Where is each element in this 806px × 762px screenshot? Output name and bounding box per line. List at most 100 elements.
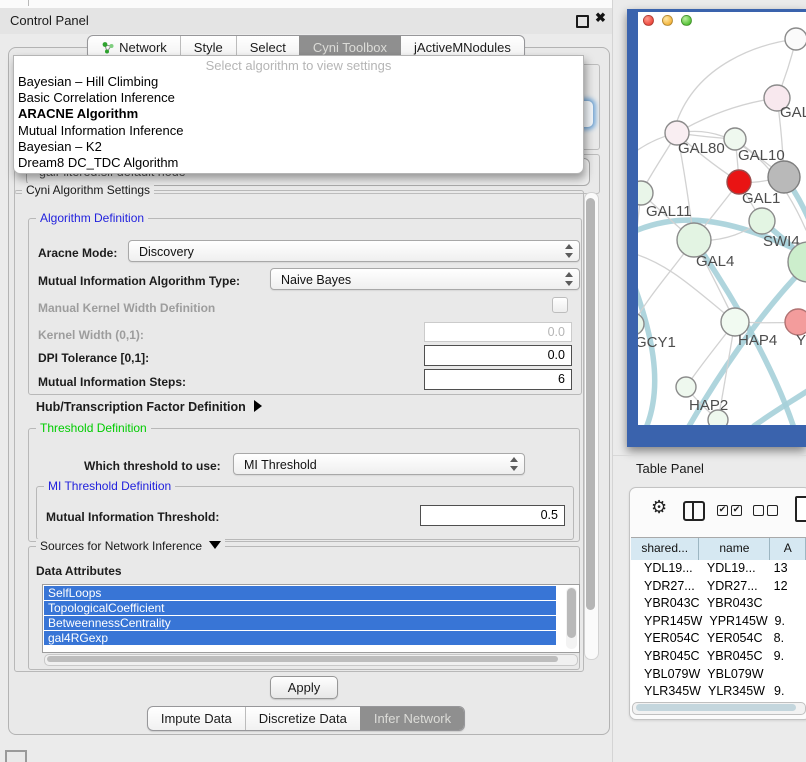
attribute-item-gal4rgexp[interactable]: gal4RGexp (44, 631, 556, 645)
table-cell: YDL19... (631, 560, 700, 578)
mi-algorithm-type-combobox[interactable]: Naive Bayes (270, 268, 580, 290)
deselect-all-checkboxes-icon[interactable] (753, 505, 779, 516)
table-cell: 12 (771, 578, 806, 596)
tab-label: Select (250, 40, 286, 55)
table-cell: YBR043C (631, 595, 700, 613)
scrollbar-thumb[interactable] (47, 656, 558, 662)
table-row[interactable]: YDR27...YDR27...12 (631, 578, 806, 596)
table-cell: YPR145W (702, 613, 771, 631)
control-panel-titlebar: Control Panel ✖ (0, 8, 612, 34)
list-vertical-scrollbar[interactable] (566, 587, 577, 649)
network-view-window[interactable]: GALGAL80GAL10GAL1SWI4GAL11GAL4GCY1HAP4YH… (627, 9, 806, 447)
node-label: GAL (780, 104, 806, 121)
hub-transcription-section-toggle[interactable]: Hub/Transcription Factor Definition (36, 400, 262, 414)
algorithm-select-popup: Select algorithm to view settings Bayesi… (13, 55, 584, 174)
scrollbar-thumb[interactable] (586, 198, 595, 610)
split-columns-icon[interactable] (683, 501, 705, 521)
table-row[interactable]: YBL079WYBL079W (631, 666, 806, 684)
table-cell: YER054C (631, 630, 700, 648)
table-cell (771, 666, 806, 684)
gear-icon[interactable]: ⚙ (651, 499, 667, 517)
column-header-a[interactable]: A (770, 538, 806, 560)
settings-scrollbar[interactable] (584, 192, 599, 660)
sources-group-title[interactable]: Sources for Network Inference (36, 539, 225, 553)
network-node[interactable] (768, 161, 800, 193)
mi-threshold-label: Mutual Information Threshold: (46, 510, 219, 524)
table-cell: YDR27... (700, 578, 771, 596)
network-tab-icon (101, 41, 114, 54)
aracne-mode-combobox[interactable]: Discovery (128, 240, 580, 262)
table-cell: 8. (771, 630, 806, 648)
mi-algorithm-type-label: Mutual Information Algorithm Type: (38, 274, 240, 288)
file-icon[interactable] (795, 496, 806, 522)
tab-label: jActiveMNodules (414, 40, 511, 55)
application-window: Control Panel ✖ galFiltered.sif default … (0, 0, 806, 762)
scrollbar-thumb[interactable] (567, 588, 576, 638)
table-row[interactable]: YBR043CYBR043C (631, 595, 806, 613)
list-horizontal-scrollbar[interactable] (44, 654, 578, 666)
scrollbar-thumb[interactable] (636, 704, 796, 711)
tab-label: Discretize Data (259, 711, 347, 726)
kernel-width-field[interactable]: 0.0 (424, 322, 572, 342)
divider (28, 0, 29, 6)
table-row[interactable]: YER054CYER054C8. (631, 630, 806, 648)
close-icon[interactable]: ✖ (595, 10, 606, 26)
tab-infer-network[interactable]: Infer Network (360, 707, 464, 730)
column-header-shared[interactable]: shared... (631, 538, 699, 560)
table-row[interactable]: YPR145WYPR145W9. (631, 613, 806, 631)
column-header-name[interactable]: name (699, 538, 770, 560)
group-title: Cyni Algorithm Settings (22, 183, 154, 197)
hub-section-label: Hub/Transcription Factor Definition (36, 400, 246, 414)
algorithm-option-bayesian-k2[interactable]: Bayesian – K2 (14, 139, 583, 155)
tab-discretize-data[interactable]: Discretize Data (245, 707, 360, 730)
table-cell: YDL19... (700, 560, 771, 578)
select-all-checkboxes-icon[interactable]: ✔✔ (717, 505, 743, 516)
float-panel-icon[interactable] (576, 15, 589, 28)
algorithm-option-dream8-dc-tdc-algorithm[interactable]: Dream8 DC_TDC Algorithm (14, 155, 583, 171)
mi-steps-label: Mutual Information Steps: (38, 375, 186, 389)
algorithm-option-basic-correlation-inference[interactable]: Basic Correlation Inference (14, 90, 583, 106)
table-cell: YER054C (700, 630, 771, 648)
algorithm-option-aracne-algorithm[interactable]: ARACNE Algorithm (14, 106, 583, 122)
apply-button[interactable]: Apply (270, 676, 338, 699)
docked-panel-icon[interactable] (5, 750, 27, 762)
attribute-item-topologicalcoefficient[interactable]: TopologicalCoefficient (44, 601, 556, 615)
table-cell: YPR145W (631, 613, 702, 631)
aracne-mode-label: Aracne Mode: (38, 246, 117, 260)
network-node-swi4[interactable] (749, 208, 775, 234)
network-node[interactable] (708, 410, 728, 425)
data-attributes-label: Data Attributes (36, 564, 122, 578)
algorithm-option-mutual-information-inference[interactable]: Mutual Information Inference (14, 123, 583, 139)
dpi-tolerance-field[interactable]: 0.0 (424, 345, 572, 366)
tab-impute-data[interactable]: Impute Data (148, 707, 245, 730)
table-row[interactable]: YDL19...YDL19...13 (631, 560, 806, 578)
cyni-mode-tabs: Impute Data Discretize Data Infer Network (0, 706, 612, 731)
node-label: GAL1 (742, 190, 780, 207)
manual-kernel-width-checkbox[interactable] (552, 297, 568, 313)
group-title: Threshold Definition (36, 421, 151, 435)
tab-label: Style (194, 40, 223, 55)
kernel-width-label: Kernel Width (0,1): (38, 328, 144, 342)
node-label: GAL11 (646, 203, 692, 220)
which-threshold-combobox[interactable]: MI Threshold (233, 453, 525, 475)
network-node-gal4[interactable] (677, 223, 711, 257)
data-attributes-list[interactable]: SelfLoopsTopologicalCoefficientBetweenne… (42, 584, 580, 653)
node-label: GCY1 (638, 334, 676, 351)
table-cell: 9. (771, 683, 806, 701)
attribute-item-selfloops[interactable]: SelfLoops (44, 586, 556, 600)
panel-divider[interactable] (612, 0, 613, 762)
tab-label: Network (119, 40, 167, 55)
mi-steps-field[interactable]: 6 (424, 369, 572, 390)
combobox-value: MI Threshold (244, 458, 317, 472)
table-row[interactable]: YLR345WYLR345W9. (631, 683, 806, 701)
network-node[interactable] (785, 28, 806, 50)
table-horizontal-scrollbar[interactable] (632, 702, 806, 715)
attribute-item-betweennesscentrality[interactable]: BetweennessCentrality (44, 616, 556, 630)
mi-threshold-field[interactable]: 0.5 (420, 505, 565, 526)
algorithm-option-bayesian-hill-climbing[interactable]: Bayesian – Hill Climbing (14, 74, 583, 90)
combobox-value: Naive Bayes (281, 273, 351, 287)
table-row[interactable]: YBR045CYBR045C9. (631, 648, 806, 666)
table-cell: YBL079W (700, 666, 771, 684)
network-canvas[interactable]: GALGAL80GAL10GAL1SWI4GAL11GAL4GCY1HAP4YH… (638, 12, 806, 425)
network-node-hap2[interactable] (676, 377, 696, 397)
